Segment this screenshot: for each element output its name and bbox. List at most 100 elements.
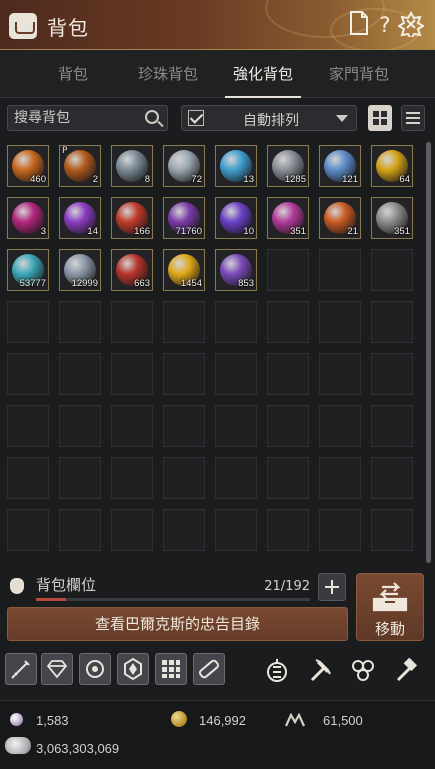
bandage-tool-button[interactable] bbox=[193, 653, 225, 685]
inventory-slot-item[interactable]: 3 bbox=[7, 197, 49, 239]
inventory-slot-empty[interactable] bbox=[163, 405, 205, 447]
help-icon[interactable]: ? bbox=[372, 11, 398, 39]
view-advice-button[interactable]: 查看巴爾克斯的忠告目錄 bbox=[7, 607, 348, 641]
gem-tool-button[interactable] bbox=[41, 653, 73, 685]
search-input[interactable] bbox=[14, 109, 140, 127]
inventory-slot-empty[interactable] bbox=[215, 405, 257, 447]
inventory-slot-item[interactable]: 8 bbox=[111, 145, 153, 187]
inventory-slot-item[interactable]: 12999 bbox=[59, 249, 101, 291]
lantern-icon bbox=[267, 659, 287, 682]
inventory-slot-item[interactable]: 13 bbox=[215, 145, 257, 187]
inventory-slot-empty[interactable] bbox=[371, 301, 413, 343]
pickaxe-tool-button[interactable] bbox=[303, 653, 335, 685]
item-quantity: 8 bbox=[144, 174, 150, 185]
inventory-slot-empty[interactable] bbox=[111, 301, 153, 343]
tab-bag[interactable]: 背包 bbox=[38, 50, 108, 98]
tab-family-bag[interactable]: 家門背包 bbox=[320, 50, 398, 98]
inventory-slot-empty[interactable] bbox=[59, 301, 101, 343]
inventory-slot-item[interactable]: 72 bbox=[163, 145, 205, 187]
crystal-tool-button[interactable] bbox=[117, 653, 149, 685]
inventory-slot-empty[interactable] bbox=[267, 301, 309, 343]
lantern-tool-button[interactable] bbox=[260, 653, 292, 685]
slots-icon bbox=[162, 660, 180, 678]
inventory-slot-empty[interactable] bbox=[371, 457, 413, 499]
enhance-tool-button[interactable] bbox=[5, 653, 37, 685]
search-icon[interactable] bbox=[145, 110, 159, 124]
inventory-slot-empty[interactable] bbox=[319, 509, 361, 551]
inventory-slot-empty[interactable] bbox=[7, 405, 49, 447]
inventory-slot-empty[interactable] bbox=[319, 301, 361, 343]
inventory-slot-item[interactable]: 64 bbox=[371, 145, 413, 187]
inventory-slot-item[interactable]: 1454 bbox=[163, 249, 205, 291]
auto-sort-checkbox[interactable] bbox=[188, 110, 204, 126]
list-view-button[interactable] bbox=[401, 105, 425, 131]
chevron-down-icon[interactable] bbox=[336, 115, 348, 122]
alchemy-tool-button[interactable] bbox=[79, 653, 111, 685]
item-quantity: 460 bbox=[30, 174, 46, 185]
inventory-slot-empty[interactable] bbox=[59, 353, 101, 395]
inventory-slot-empty[interactable] bbox=[7, 301, 49, 343]
move-button[interactable]: 移動 bbox=[356, 573, 424, 641]
grid-view-button[interactable] bbox=[368, 105, 392, 131]
tab-pearl-bag[interactable]: 珍珠背包 bbox=[128, 50, 208, 98]
inventory-slot-item[interactable]: 351 bbox=[267, 197, 309, 239]
inventory-slot-item[interactable]: 21 bbox=[319, 197, 361, 239]
inventory-slot-item[interactable]: 351 bbox=[371, 197, 413, 239]
inventory-slot-item[interactable]: 853 bbox=[215, 249, 257, 291]
tab-enhance-bag[interactable]: 強化背包 bbox=[225, 50, 301, 98]
inventory-slot-empty[interactable] bbox=[371, 249, 413, 291]
inventory-slot-empty[interactable] bbox=[371, 353, 413, 395]
inventory-slot-empty[interactable] bbox=[319, 353, 361, 395]
inventory-slot-empty[interactable] bbox=[59, 509, 101, 551]
inventory-slot-empty[interactable] bbox=[319, 457, 361, 499]
grid-icon bbox=[373, 111, 379, 117]
inventory-slot-empty[interactable] bbox=[111, 457, 153, 499]
inventory-slot-empty[interactable] bbox=[215, 353, 257, 395]
inventory-slot-empty[interactable] bbox=[319, 405, 361, 447]
inventory-slot-empty[interactable] bbox=[163, 353, 205, 395]
inventory-slot-item[interactable]: 460 bbox=[7, 145, 49, 187]
document-icon[interactable] bbox=[346, 11, 372, 39]
inventory-slot-empty[interactable] bbox=[371, 405, 413, 447]
inventory-slot-empty[interactable] bbox=[267, 353, 309, 395]
inventory-slot-empty[interactable] bbox=[267, 509, 309, 551]
inventory-slot-item[interactable]: P2 bbox=[59, 145, 101, 187]
hammer-tool-button[interactable] bbox=[389, 653, 421, 685]
inventory-slot-item[interactable]: 10 bbox=[215, 197, 257, 239]
inventory-slot-item[interactable]: 121 bbox=[319, 145, 361, 187]
inventory-slot-empty[interactable] bbox=[111, 405, 153, 447]
inventory-slot-empty[interactable] bbox=[319, 249, 361, 291]
inventory-slot-empty[interactable] bbox=[163, 457, 205, 499]
grid-tool-button[interactable] bbox=[155, 653, 187, 685]
inventory-slot-empty[interactable] bbox=[111, 353, 153, 395]
inventory-slot-empty[interactable] bbox=[267, 249, 309, 291]
inventory-slot-item[interactable]: 663 bbox=[111, 249, 153, 291]
inventory-slot-empty[interactable] bbox=[7, 457, 49, 499]
inventory-slot-item[interactable]: 14 bbox=[59, 197, 101, 239]
inventory-slot-empty[interactable] bbox=[111, 509, 153, 551]
inventory-slot-item[interactable]: 53777 bbox=[7, 249, 49, 291]
knot-tool-button[interactable] bbox=[346, 653, 378, 685]
expand-slots-button[interactable] bbox=[318, 573, 346, 601]
inventory-slot-empty[interactable] bbox=[163, 301, 205, 343]
inventory-slot-empty[interactable] bbox=[371, 509, 413, 551]
auto-sort-dropdown[interactable]: 自動排列 bbox=[181, 105, 357, 131]
inventory-slot-empty[interactable] bbox=[59, 457, 101, 499]
inventory-slot-item[interactable]: 166 bbox=[111, 197, 153, 239]
inventory-slot-empty[interactable] bbox=[163, 509, 205, 551]
inventory-slot-empty[interactable] bbox=[267, 405, 309, 447]
item-quantity: 13 bbox=[243, 174, 254, 185]
inventory-slot-item[interactable]: 1285 bbox=[267, 145, 309, 187]
capacity-bar bbox=[36, 598, 310, 601]
inventory-slot-empty[interactable] bbox=[215, 509, 257, 551]
inventory-slot-empty[interactable] bbox=[59, 405, 101, 447]
inventory-slot-empty[interactable] bbox=[7, 509, 49, 551]
sword-icon bbox=[11, 660, 30, 679]
scrollbar-thumb[interactable] bbox=[426, 142, 431, 563]
inventory-slot-empty[interactable] bbox=[7, 353, 49, 395]
close-gear-icon[interactable] bbox=[397, 11, 425, 41]
inventory-slot-item[interactable]: 71760 bbox=[163, 197, 205, 239]
inventory-slot-empty[interactable] bbox=[215, 457, 257, 499]
inventory-slot-empty[interactable] bbox=[215, 301, 257, 343]
inventory-slot-empty[interactable] bbox=[267, 457, 309, 499]
